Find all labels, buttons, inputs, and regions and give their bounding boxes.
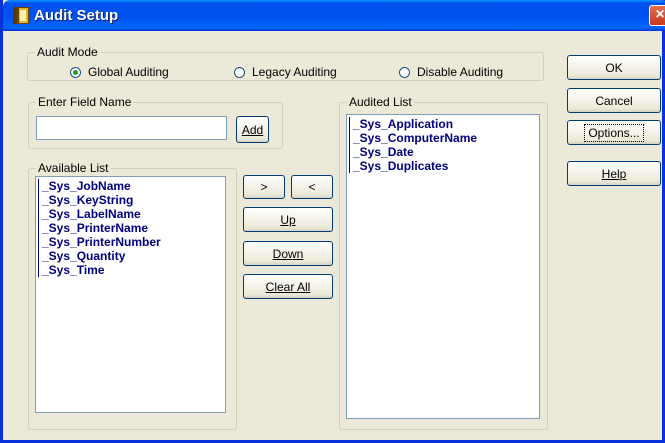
add-button-label: Add <box>241 122 264 137</box>
audit-setup-window: Audit Setup × Audit Mode Global Auditing… <box>0 0 665 443</box>
list-item[interactable]: _Sys_KeyString <box>38 193 225 207</box>
radio-disable-auditing[interactable]: Disable Auditing <box>399 65 503 79</box>
list-item[interactable]: _Sys_PrinterNumber <box>38 235 225 249</box>
radio-label: Legacy Auditing <box>252 65 337 79</box>
radio-legacy-auditing[interactable]: Legacy Auditing <box>234 65 337 79</box>
move-right-button[interactable]: > <box>243 175 285 199</box>
enter-field-legend: Enter Field Name <box>36 95 134 109</box>
radio-label: Global Auditing <box>88 65 169 79</box>
list-item[interactable]: _Sys_LabelName <box>38 207 225 221</box>
cancel-button-label: Cancel <box>595 93 633 108</box>
window-title: Audit Setup <box>34 7 119 24</box>
options-button[interactable]: Options... <box>567 120 661 145</box>
list-item[interactable]: _Sys_ComputerName <box>349 131 539 145</box>
close-button[interactable]: × <box>649 5 665 26</box>
available-list-legend: Available List <box>36 161 111 175</box>
options-button-label: Options... <box>584 123 644 142</box>
radio-global-auditing[interactable]: Global Auditing <box>70 65 169 79</box>
cancel-button[interactable]: Cancel <box>567 88 661 113</box>
list-item[interactable]: _Sys_Duplicates <box>349 159 539 173</box>
list-item[interactable]: _Sys_PrinterName <box>38 221 225 235</box>
audit-mode-legend: Audit Mode <box>35 45 100 59</box>
field-name-input[interactable] <box>36 116 227 140</box>
ok-button-label: OK <box>605 60 623 75</box>
down-button[interactable]: Down <box>243 241 333 266</box>
radio-label: Disable Auditing <box>417 65 504 79</box>
help-button[interactable]: Help <box>567 161 661 186</box>
clear-all-button[interactable]: Clear All <box>243 274 333 299</box>
audited-list-legend: Audited List <box>347 95 414 109</box>
close-icon[interactable]: × <box>655 6 664 23</box>
list-item[interactable]: _Sys_Quantity <box>38 249 225 263</box>
chevron-left-icon: < <box>308 180 316 194</box>
radio-checked-icon[interactable] <box>70 66 81 78</box>
help-button-label: Help <box>601 166 627 181</box>
add-button[interactable]: Add <box>236 116 269 143</box>
up-button-label: Up <box>280 212 296 227</box>
audited-listbox[interactable]: _Sys_Application _Sys_ComputerName _Sys_… <box>346 114 540 419</box>
title-bar[interactable]: Audit Setup × <box>3 0 665 31</box>
radio-unchecked-icon[interactable] <box>234 66 245 78</box>
down-button-label: Down <box>272 246 304 261</box>
up-button[interactable]: Up <box>243 207 333 232</box>
list-item[interactable]: _Sys_Date <box>349 145 539 159</box>
clear-all-button-label: Clear All <box>265 279 311 294</box>
list-item[interactable]: _Sys_Time <box>38 263 225 277</box>
app-icon <box>13 7 29 24</box>
ok-button[interactable]: OK <box>567 55 661 80</box>
list-item[interactable]: _Sys_Application <box>349 117 539 131</box>
list-item[interactable]: _Sys_JobName <box>38 179 225 193</box>
chevron-right-icon: > <box>260 180 268 194</box>
available-listbox[interactable]: _Sys_JobName _Sys_KeyString _Sys_LabelNa… <box>35 176 226 413</box>
move-left-button[interactable]: < <box>291 175 333 199</box>
radio-unchecked-icon[interactable] <box>399 66 410 78</box>
